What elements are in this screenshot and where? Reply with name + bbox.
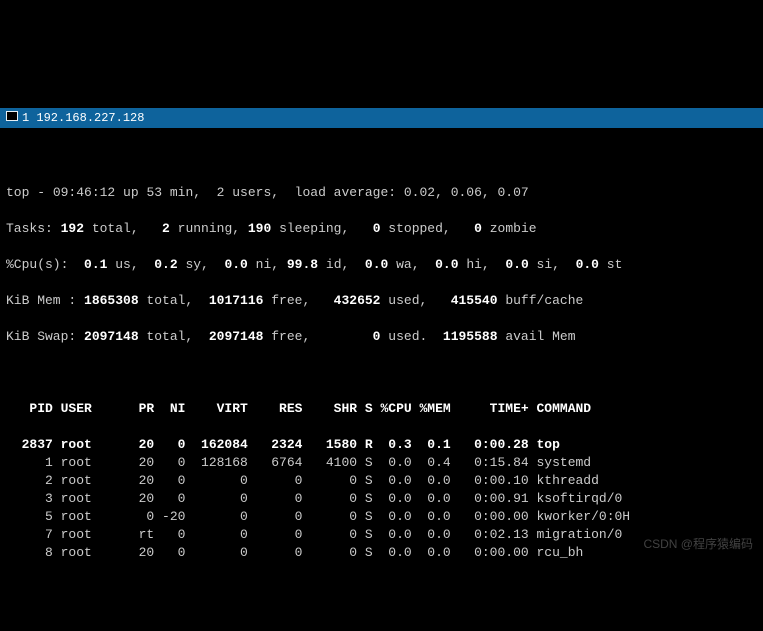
terminal-body[interactable]: top - 09:46:12 up 53 min, 2 users, load … (0, 164, 763, 559)
summary-line-mem: KiB Mem : 1865308 total, 1017116 free, 4… (6, 292, 757, 310)
column-header[interactable]: PID USER PR NI VIRT RES SHR S %CPU %MEM … (6, 400, 757, 418)
process-row[interactable]: 5 root 0 -20 0 0 0 S 0.0 0.0 0:00.00 kwo… (6, 508, 757, 526)
terminal-window: { "window": { "title_ip": "192.168.227.1… (0, 36, 763, 559)
terminal-icon (6, 108, 22, 128)
summary-line-cpu: %Cpu(s): 0.1 us, 0.2 sy, 0.0 ni, 99.8 id… (6, 256, 757, 274)
window-title: 1 192.168.227.128 (22, 108, 144, 128)
process-row[interactable]: 1 root 20 0 128168 6764 4100 S 0.0 0.4 0… (6, 454, 757, 472)
summary-line-swap: KiB Swap: 2097148 total, 2097148 free, 0… (6, 328, 757, 346)
process-row[interactable]: 2837 root 20 0 162084 2324 1580 R 0.3 0.… (6, 436, 757, 454)
watermark: CSDN @程序猿编码 (643, 535, 753, 553)
process-row[interactable]: 2 root 20 0 0 0 0 S 0.0 0.0 0:00.10 kthr… (6, 472, 757, 490)
blank-line (6, 364, 757, 382)
window-titlebar[interactable]: 1 192.168.227.128 (0, 108, 763, 128)
summary-line-uptime: top - 09:46:12 up 53 min, 2 users, load … (6, 184, 757, 202)
process-row[interactable]: 3 root 20 0 0 0 0 S 0.0 0.0 0:00.91 ksof… (6, 490, 757, 508)
summary-line-tasks: Tasks: 192 total, 2 running, 190 sleepin… (6, 220, 757, 238)
